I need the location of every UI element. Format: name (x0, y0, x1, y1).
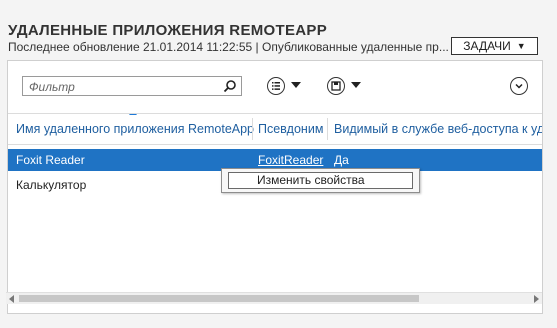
tasks-button-label: ЗАДАЧИ (463, 39, 511, 53)
tasks-button[interactable]: ЗАДАЧИ ▼ (451, 37, 538, 55)
column-header-alias[interactable]: Псевдоним (258, 122, 323, 136)
horizontal-scrollbar[interactable] (6, 292, 542, 304)
collapse-panel-button[interactable] (510, 77, 528, 95)
scroll-left-icon[interactable] (9, 295, 14, 303)
last-updated-status: Последнее обновление 21.01.2014 11:22:55… (8, 40, 448, 54)
cell-web-visible: Да (334, 153, 349, 167)
cell-app-name: Калькулятор (16, 178, 87, 192)
cell-app-name: Foxit Reader (16, 153, 85, 167)
column-header-name[interactable]: Имя удаленного приложения RemoteApp (16, 122, 254, 136)
save-icon (331, 81, 341, 91)
sort-ascending-icon (129, 114, 137, 115)
scrollbar-thumb[interactable] (19, 295, 419, 302)
chevron-down-icon: ▼ (516, 41, 526, 51)
search-icon[interactable] (223, 79, 237, 93)
column-divider[interactable] (327, 118, 328, 140)
scroll-right-icon[interactable] (534, 295, 539, 303)
chevron-down-icon (515, 83, 523, 89)
list-view-options-button[interactable] (267, 77, 285, 95)
menu-item-edit-properties[interactable]: Изменить свойства (228, 172, 413, 189)
filter-input[interactable] (27, 78, 221, 96)
list-icon (272, 82, 280, 90)
column-divider[interactable] (252, 118, 253, 140)
page-title: УДАЛЕННЫЕ ПРИЛОЖЕНИЯ REMOTEAPP (8, 22, 328, 39)
table-header: Имя удаленного приложения RemoteApp Псев… (8, 113, 542, 145)
column-header-web-visible[interactable]: Видимый в службе веб-доступа к уда (334, 122, 542, 136)
context-menu: Изменить свойства (221, 168, 420, 193)
cell-alias: FoxitReader (258, 153, 324, 167)
save-query-button[interactable] (327, 77, 345, 95)
save-query-dropdown-icon[interactable] (351, 82, 361, 88)
filter-box[interactable] (22, 76, 242, 96)
list-options-dropdown-icon[interactable] (291, 82, 301, 88)
